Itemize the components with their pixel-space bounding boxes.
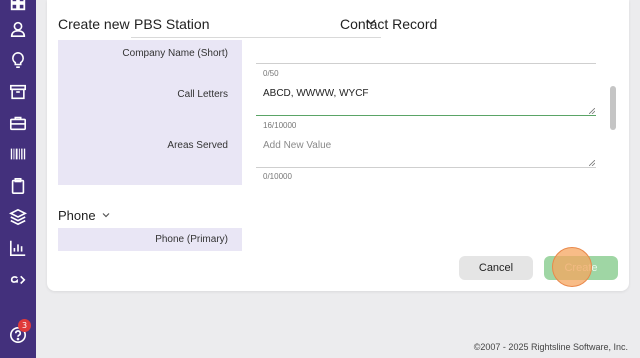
call-letters-value: ABCD, WWWW, WYCF: [263, 88, 369, 99]
resize-handle-icon[interactable]: [589, 108, 595, 114]
barcode-icon[interactable]: [7, 143, 29, 165]
archive-icon[interactable]: [7, 81, 29, 103]
labels-column: Company Name (Short) Call Letters Areas …: [58, 40, 242, 185]
lightbulb-icon[interactable]: [7, 49, 29, 71]
form-scroll-area[interactable]: Company Name (Short) Call Letters Areas …: [58, 40, 618, 251]
record-type-value: PBS Station: [134, 16, 210, 32]
copyright-footer: ©2007 - 2025 Rightsline Software, Inc.: [473, 342, 628, 352]
person-icon[interactable]: [7, 18, 29, 40]
grid-icon[interactable]: [7, 0, 29, 14]
call-letters-counter: 16/10000: [263, 121, 297, 130]
resize-handle-icon[interactable]: [589, 160, 595, 166]
sidebar: 3: [0, 0, 36, 358]
phone-primary-row: Phone (Primary): [58, 228, 242, 251]
amazon-icon[interactable]: [7, 268, 29, 290]
layers-icon[interactable]: [7, 206, 29, 228]
phone-section-title[interactable]: Phone: [58, 208, 96, 223]
call-letters-label: Call Letters: [177, 89, 228, 100]
scrollbar-thumb[interactable]: [610, 86, 616, 130]
bar-chart-icon[interactable]: [7, 237, 29, 259]
notification-badge: 3: [18, 319, 31, 332]
phone-primary-label: Phone (Primary): [155, 234, 228, 245]
create-new-label: Create new: [58, 16, 130, 32]
create-record-dialog: Create new PBS Station Contact Record Co…: [47, 0, 629, 291]
clipboard-icon[interactable]: [7, 175, 29, 197]
briefcase-icon[interactable]: [7, 112, 29, 134]
company-name-short-counter: 0/50: [263, 69, 279, 78]
areas-served-counter: 0/10000: [263, 172, 292, 181]
chevron-down-icon[interactable]: [101, 210, 111, 220]
click-indicator: [552, 247, 592, 287]
areas-served-placeholder: Add New Value: [263, 140, 332, 151]
record-kind-label: Contact Record: [340, 16, 438, 32]
company-name-short-input[interactable]: [256, 40, 596, 64]
company-name-short-label: Company Name (Short): [122, 48, 228, 59]
cancel-button[interactable]: Cancel: [459, 256, 533, 280]
areas-served-label: Areas Served: [167, 140, 228, 151]
